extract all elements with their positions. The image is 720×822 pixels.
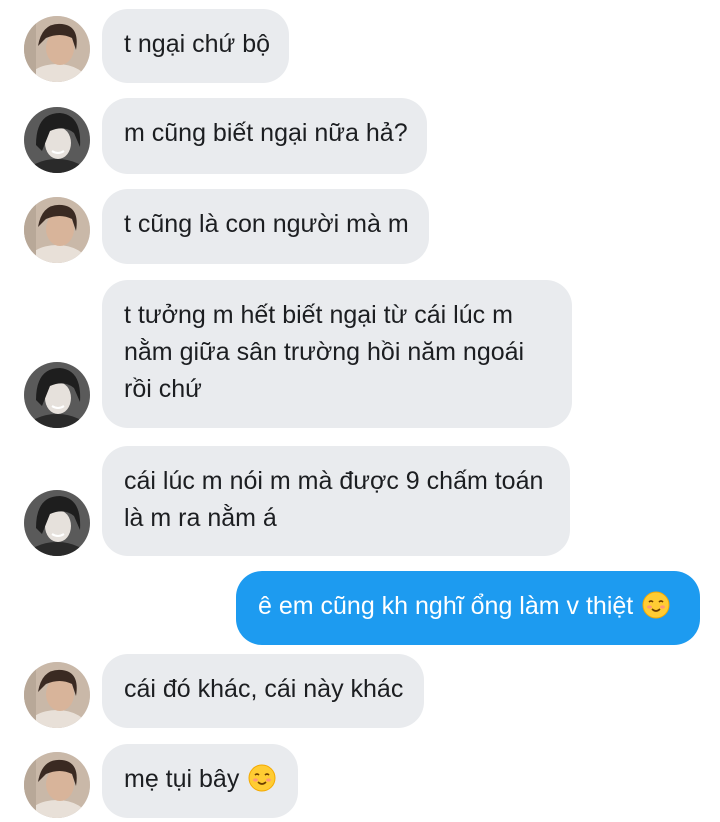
message-text: m cũng biết ngại nữa hả? — [124, 119, 408, 147]
message-text: là m ra nằm á — [124, 504, 277, 532]
message-text: t ngại chứ bộ — [124, 30, 270, 58]
smiling-face-emoji-icon — [248, 764, 276, 792]
message-bubble[interactable]: cái đó khác, cái này khác — [102, 654, 424, 728]
avatar-friend-b[interactable] — [24, 107, 90, 173]
message-bubble[interactable]: cái lúc m nói m mà được 9 chấm toán là m… — [102, 446, 570, 556]
message-bubble[interactable]: t ngại chứ bộ — [102, 9, 289, 83]
message-text: t cũng là con người mà m — [124, 210, 409, 238]
avatar-friend-b[interactable] — [24, 362, 90, 428]
message-text: cái đó khác, cái này khác — [124, 675, 404, 703]
message-text-line: mẹ tụi bây — [124, 761, 276, 798]
message-text: rồi chứ — [124, 375, 202, 403]
message-bubble[interactable]: mẹ tụi bây — [102, 744, 298, 818]
message-bubble[interactable]: m cũng biết ngại nữa hả? — [102, 98, 427, 174]
smiling-face-emoji-icon — [642, 591, 670, 619]
avatar-friend-a[interactable] — [24, 197, 90, 263]
message-text: cái lúc m nói m mà được 9 chấm toán — [124, 467, 544, 495]
sent-message-bubble[interactable]: ê em cũng kh nghĩ ổng làm v thiệt — [236, 571, 700, 645]
message-text-line: ê em cũng kh nghĩ ổng làm v thiệt — [258, 588, 678, 625]
message-bubble[interactable]: t cũng là con người mà m — [102, 189, 429, 264]
avatar-friend-b[interactable] — [24, 490, 90, 556]
message-text: mẹ tụi bây — [124, 765, 240, 793]
message-text: ê em cũng kh nghĩ ổng làm v thiệt — [258, 592, 634, 620]
avatar-friend-a[interactable] — [24, 752, 90, 818]
avatar-friend-a[interactable] — [24, 662, 90, 728]
avatar-friend-a[interactable] — [24, 16, 90, 82]
message-text: t tưởng m hết biết ngại từ cái lúc m — [124, 301, 513, 329]
message-text: nằm giữa sân trường hồi năm ngoái — [124, 338, 525, 366]
message-bubble[interactable]: t tưởng m hết biết ngại từ cái lúc m nằm… — [102, 280, 572, 428]
